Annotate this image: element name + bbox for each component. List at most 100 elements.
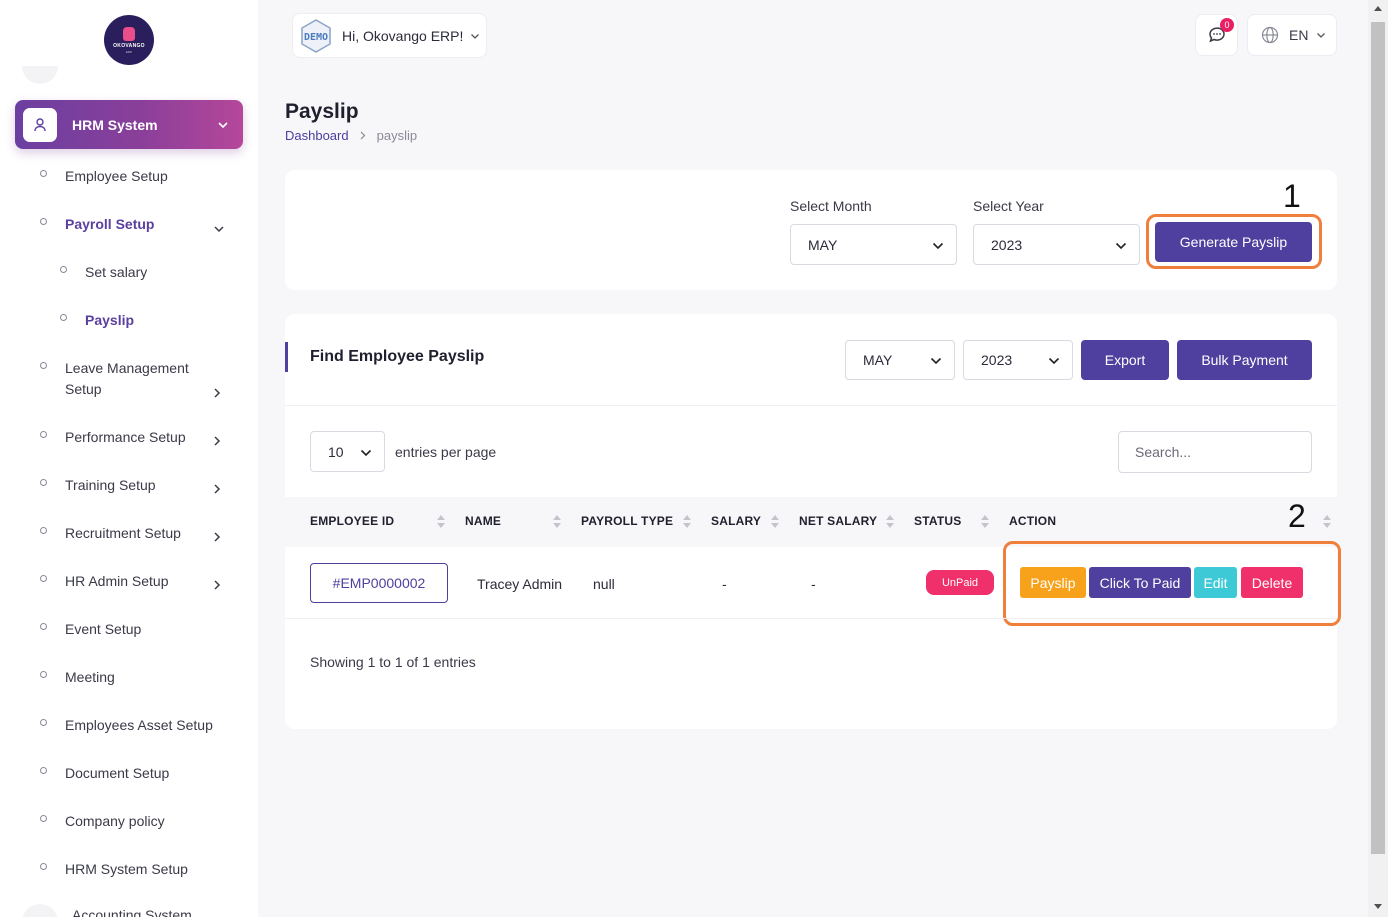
- chevron-down-icon: [932, 237, 944, 253]
- column-action[interactable]: ACTION: [1009, 514, 1056, 528]
- year-select[interactable]: 2023: [973, 224, 1140, 265]
- sidebar-item-recruitment-setup[interactable]: Recruitment Setup: [40, 523, 181, 544]
- sidebar-item-set-salary[interactable]: Set salary: [60, 262, 147, 283]
- scroll-up-arrow-icon[interactable]: [1374, 6, 1382, 11]
- bullet-icon: [40, 431, 47, 438]
- chevron-down-icon: [360, 444, 372, 460]
- delete-button[interactable]: Delete: [1241, 567, 1303, 598]
- pagination-info: Showing 1 to 1 of 1 entries: [310, 654, 476, 670]
- chevron-down-icon: [1316, 26, 1326, 44]
- sidebar-item-meeting[interactable]: Meeting: [40, 667, 115, 688]
- filter-year-select[interactable]: 2023: [963, 340, 1073, 380]
- sidebar-item-performance-setup[interactable]: Performance Setup: [40, 427, 186, 448]
- table-header: EMPLOYEE ID NAME PAYROLL TYPE SALARY NET…: [285, 497, 1337, 547]
- column-net-salary[interactable]: NET SALARY: [799, 514, 877, 528]
- bullet-icon: [40, 863, 47, 870]
- column-name[interactable]: NAME: [465, 514, 501, 528]
- svg-text:DEMO: DEMO: [304, 32, 328, 43]
- sidebar-module-icon[interactable]: [22, 904, 58, 917]
- bullet-icon: [40, 767, 47, 774]
- sort-icon[interactable]: [553, 515, 561, 529]
- chevron-right-icon: [213, 578, 221, 596]
- sort-icon[interactable]: [886, 515, 894, 529]
- sidebar-item-employee-setup[interactable]: Employee Setup: [40, 166, 168, 187]
- divider: [285, 618, 1337, 619]
- section-title: Find Employee Payslip: [285, 342, 484, 372]
- user-greeting: Hi, Okovango ERP!: [342, 27, 464, 44]
- employee-id-link[interactable]: #EMP0000002: [310, 563, 448, 603]
- demo-avatar-icon: DEMO: [301, 18, 331, 53]
- scroll-down-arrow-icon[interactable]: [1374, 904, 1382, 909]
- column-salary[interactable]: SALARY: [711, 514, 761, 528]
- month-select[interactable]: MAY: [790, 224, 957, 265]
- export-button[interactable]: Export: [1081, 340, 1169, 380]
- sidebar-item-leave-management-setup[interactable]: Leave Management Setup: [40, 358, 205, 400]
- sidebar: OKOVANGO ERP HRM System Employee Setup P…: [0, 0, 258, 917]
- sort-icon[interactable]: [981, 515, 989, 529]
- sidebar-item-event-setup[interactable]: Event Setup: [40, 619, 141, 640]
- edit-button[interactable]: Edit: [1194, 567, 1237, 598]
- column-employee-id[interactable]: EMPLOYEE ID: [310, 514, 394, 528]
- payslip-action-button[interactable]: Payslip: [1020, 567, 1086, 598]
- bullet-icon: [40, 671, 47, 678]
- filter-month-select[interactable]: MAY: [845, 340, 955, 380]
- sort-icon[interactable]: [771, 515, 779, 529]
- chevron-right-icon: [213, 482, 221, 500]
- company-logo[interactable]: OKOVANGO ERP: [104, 15, 154, 65]
- breadcrumb-dashboard-link[interactable]: Dashboard: [285, 128, 349, 143]
- sidebar-item-payslip[interactable]: Payslip: [60, 310, 134, 331]
- bullet-icon: [40, 815, 47, 822]
- sidebar-item-employees-asset-setup[interactable]: Employees Asset Setup: [40, 715, 213, 736]
- scrollbar[interactable]: [1368, 0, 1388, 917]
- chevron-down-icon: [217, 116, 229, 134]
- notification-count-badge: 0: [1220, 18, 1234, 32]
- sidebar-item-payroll-setup[interactable]: Payroll Setup: [40, 214, 154, 235]
- column-payroll-type[interactable]: PAYROLL TYPE: [581, 514, 673, 528]
- sort-icon[interactable]: [1323, 515, 1331, 529]
- select-month-label: Select Month: [790, 198, 872, 214]
- click-to-paid-button[interactable]: Click To Paid: [1089, 567, 1191, 598]
- chevron-down-icon: [1048, 352, 1060, 368]
- logo-subtext: ERP: [125, 49, 133, 54]
- notification-button[interactable]: 0: [1195, 14, 1238, 56]
- scrollbar-thumb[interactable]: [1371, 22, 1385, 854]
- bullet-icon: [40, 362, 47, 369]
- annotation-number-2: 2: [1288, 498, 1306, 534]
- salary-value: -: [722, 576, 727, 592]
- bulk-payment-button[interactable]: Bulk Payment: [1177, 340, 1312, 380]
- generate-payslip-card: Select Month MAY Select Year 2023 1 Gene…: [285, 170, 1337, 290]
- annotation-number-1: 1: [1283, 178, 1301, 214]
- sidebar-item-company-policy[interactable]: Company policy: [40, 811, 165, 832]
- column-status[interactable]: STATUS: [914, 514, 961, 528]
- entries-per-page-select[interactable]: 10: [310, 431, 385, 472]
- user-menu[interactable]: DEMO Hi, Okovango ERP!: [292, 13, 487, 58]
- bullet-icon: [40, 623, 47, 630]
- bullet-icon: [40, 170, 47, 177]
- sidebar-item-hr-admin-setup[interactable]: HR Admin Setup: [40, 571, 169, 592]
- chevron-right-icon: [213, 386, 221, 404]
- chevron-down-icon: [1115, 237, 1127, 253]
- divider: [285, 405, 1337, 406]
- chevron-down-icon: [213, 220, 225, 238]
- net-salary-value: -: [811, 576, 816, 592]
- sidebar-item-document-setup[interactable]: Document Setup: [40, 763, 169, 784]
- find-payslip-card: Find Employee Payslip MAY 2023 Export Bu…: [285, 314, 1341, 729]
- sidebar-module-hrm-system[interactable]: HRM System: [15, 100, 243, 149]
- sidebar-item-training-setup[interactable]: Training Setup: [40, 475, 156, 496]
- employee-name: Tracey Admin: [477, 576, 563, 592]
- search-input[interactable]: [1118, 431, 1312, 473]
- generate-payslip-button[interactable]: Generate Payslip: [1155, 222, 1312, 262]
- bullet-icon: [40, 719, 47, 726]
- table-row: #EMP0000002 Tracey Admin null - - UnPaid…: [285, 541, 1341, 626]
- chevron-right-icon: [213, 530, 221, 548]
- sidebar-collapsed-item[interactable]: [22, 66, 58, 84]
- sort-icon[interactable]: [683, 515, 691, 529]
- language-selector[interactable]: EN: [1247, 14, 1337, 56]
- bullet-icon: [40, 575, 47, 582]
- sort-icon[interactable]: [437, 515, 445, 529]
- bullet-icon: [40, 218, 47, 225]
- chevron-down-icon: [930, 352, 942, 368]
- sidebar-item-accounting-system[interactable]: Accounting System: [72, 905, 192, 917]
- bullet-icon: [40, 527, 47, 534]
- sidebar-item-hrm-system-setup[interactable]: HRM System Setup: [40, 859, 188, 880]
